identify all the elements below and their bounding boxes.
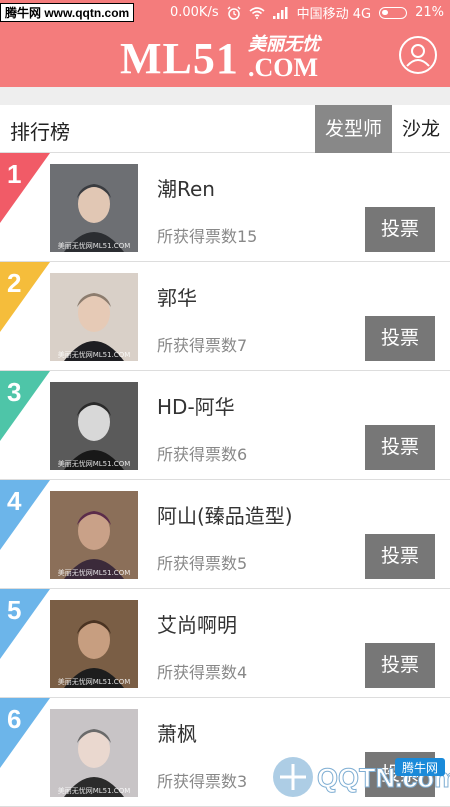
- profile-button[interactable]: [399, 36, 437, 74]
- battery-percent: 21%: [415, 5, 444, 20]
- status-bar: 腾牛网 www.qqtn.com 0.00K/s 中国移动 4G 21%: [0, 0, 450, 25]
- tab-stylist[interactable]: 发型师: [315, 105, 392, 153]
- vote-count: 所获得票数5: [157, 554, 248, 573]
- header-spacer: [0, 87, 450, 105]
- vote-count: 所获得票数7: [157, 336, 248, 355]
- avatar-watermark: 美丽无忧网ML51.COM: [58, 786, 131, 795]
- stylist-avatar[interactable]: 美丽无忧网ML51.COM: [50, 164, 138, 252]
- stylist-row[interactable]: 4 美丽无忧网ML51.COM 阿山(臻品造型) 所获得票数5 投票: [0, 480, 450, 589]
- stylist-row[interactable]: 3 美丽无忧网ML51.COM HD-阿华所获得票数6 投票: [0, 371, 450, 480]
- stylist-name[interactable]: HD-阿华: [157, 391, 235, 420]
- stylist-avatar[interactable]: 美丽无忧网ML51.COM: [50, 600, 138, 688]
- carrier-label: 中国移动 4G: [296, 7, 372, 22]
- stylist-name[interactable]: 阿山(臻品造型): [157, 500, 293, 529]
- qqtn-watermark: QQTN.com 腾牛网: [273, 757, 450, 797]
- vote-button[interactable]: 投票: [365, 534, 435, 579]
- avatar-watermark: 美丽无忧网ML51.COM: [58, 241, 131, 250]
- stylist-name[interactable]: 郭华: [157, 282, 197, 311]
- logo-chinese: 美丽无忧: [248, 34, 320, 55]
- rank-number: 6: [7, 704, 22, 734]
- vote-count: 所获得票数6: [157, 445, 248, 464]
- stylist-row[interactable]: 5 美丽无忧网ML51.COM 艾尚啊明所获得票数4 投票: [0, 589, 450, 698]
- rank-number: 4: [7, 486, 22, 516]
- stylist-avatar[interactable]: 美丽无忧网ML51.COM: [50, 491, 138, 579]
- vote-count: 所获得票数3: [157, 772, 248, 791]
- vote-count: 所获得票数15: [157, 227, 258, 246]
- app-header: ML51 美丽无忧 .COM: [0, 25, 450, 87]
- ranking-bar: 排行榜 发型师 沙龙: [0, 105, 450, 153]
- avatar-watermark: 美丽无忧网ML51.COM: [58, 459, 131, 468]
- avatar-watermark: 美丽无忧网ML51.COM: [58, 677, 131, 686]
- vote-button[interactable]: 投票: [365, 643, 435, 688]
- stylist-name[interactable]: 潮Ren: [157, 173, 215, 202]
- status-icons: 0.00K/s 中国移动 4G 21%: [170, 0, 444, 25]
- stylist-name[interactable]: 艾尚啊明: [157, 609, 237, 638]
- vote-button[interactable]: 投票: [365, 316, 435, 361]
- wifi-icon: [249, 6, 265, 19]
- stylist-avatar[interactable]: 美丽无忧网ML51.COM: [50, 273, 138, 361]
- logo-domain: .COM: [248, 53, 319, 82]
- stylist-name[interactable]: 萧枫: [157, 718, 197, 747]
- vote-button[interactable]: 投票: [365, 207, 435, 252]
- battery-icon: [379, 6, 408, 19]
- vote-button[interactable]: 投票: [365, 425, 435, 470]
- watermark-badge: 腾牛网: [402, 760, 438, 775]
- user-profile-icon: [406, 44, 430, 67]
- rank-number: 2: [7, 268, 22, 298]
- rank-number: 5: [7, 595, 22, 625]
- ranking-title: 排行榜: [10, 120, 70, 144]
- rank-number: 3: [7, 377, 22, 407]
- vote-count: 所获得票数4: [157, 663, 248, 682]
- logo-text: ML51: [120, 34, 239, 83]
- network-speed: 0.00K/s: [169, 5, 219, 20]
- alarm-icon: [227, 6, 241, 20]
- stylist-avatar[interactable]: 美丽无忧网ML51.COM: [50, 382, 138, 470]
- signal-icon: [272, 6, 288, 19]
- site-logo: ML51 美丽无忧 .COM: [120, 35, 335, 85]
- stylist-row[interactable]: 1 美丽无忧网ML51.COM 潮Ren 所获得票数15 投票: [0, 153, 450, 262]
- rank-number: 1: [7, 159, 22, 189]
- avatar-watermark: 美丽无忧网ML51.COM: [58, 568, 131, 577]
- watermark-site: 腾牛网 www.qqtn.com: [0, 3, 135, 22]
- avatar-watermark: 美丽无忧网ML51.COM: [58, 350, 131, 359]
- stylist-row[interactable]: 2 美丽无忧网ML51.COM 郭华所获得票数7 投票: [0, 262, 450, 371]
- stylist-avatar[interactable]: 美丽无忧网ML51.COM: [50, 709, 138, 797]
- tab-salon[interactable]: 沙龙: [392, 105, 450, 153]
